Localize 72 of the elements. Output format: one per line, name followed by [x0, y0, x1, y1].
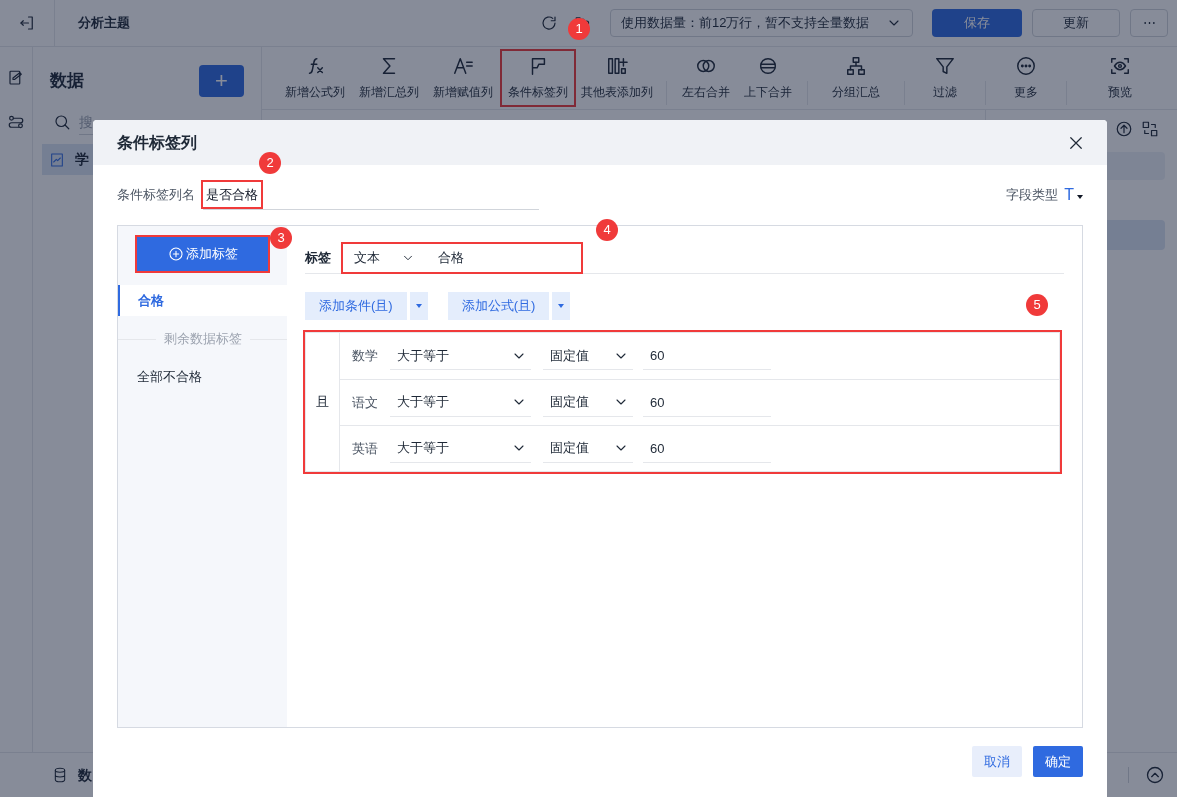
dialog-title: 条件标签列 [117, 132, 197, 153]
edit-doc-icon [7, 69, 25, 87]
cancel-button[interactable]: 取消 [972, 746, 1022, 777]
preview-icon [1109, 55, 1131, 77]
step-badge: 5 [1026, 294, 1048, 316]
more-button[interactable]: ⋯ [1130, 9, 1168, 37]
field-label: 条件标签列名 [117, 186, 195, 205]
value-field[interactable]: 60 [643, 342, 771, 370]
collapse-up-icon [1145, 765, 1165, 785]
toolbar-button[interactable]: 新增汇总列 [352, 49, 426, 107]
field-name: 语文 [352, 393, 379, 412]
footer-tab-label: 数 [78, 765, 92, 785]
panel-title: 数据 [50, 70, 84, 93]
database-icon [52, 767, 68, 783]
tag-item[interactable]: 合格 [118, 285, 287, 316]
dropdown-button[interactable] [409, 292, 428, 320]
field-type-select[interactable]: T [1064, 183, 1083, 207]
value-field[interactable]: 60 [643, 434, 771, 463]
add-tag-button[interactable]: 添加标签 [137, 237, 268, 271]
sphere-icon [757, 55, 779, 77]
value-field[interactable]: 60 [643, 388, 771, 417]
logic-joiner: 且 [306, 333, 340, 471]
value-type-select[interactable]: 固定值 [543, 434, 633, 463]
operator-select[interactable]: 大于等于 [390, 342, 531, 370]
plus-circle-icon [167, 246, 184, 262]
tag-type-select[interactable]: 文本 [345, 246, 423, 270]
toolbar-button[interactable]: 其他表添加列 [576, 49, 658, 107]
dropdown-button[interactable] [552, 292, 571, 320]
data-limit-select[interactable]: 使用数据量：前12万行，暂不支持全量数据 [610, 9, 913, 37]
toolbar-button[interactable]: 新增赋值列 [426, 49, 500, 107]
toolbar-button[interactable]: 上下合并 [737, 49, 799, 107]
caret-icon [415, 304, 422, 308]
flow-icon [7, 113, 25, 131]
step-badge: 3 [270, 227, 292, 249]
swap-layout-icon [1141, 120, 1159, 138]
page-title: 分析主题 [78, 14, 130, 33]
upload-circle-icon [1115, 120, 1133, 138]
operator-select[interactable]: 大于等于 [390, 434, 531, 463]
toolbar-button[interactable]: 预览 [1075, 49, 1165, 107]
toolbar-button[interactable]: 条件标签列 [500, 49, 576, 107]
toolbar-button[interactable]: 左右合并 [675, 49, 737, 107]
chart-file-icon [49, 151, 65, 168]
columns-plus-icon [606, 55, 628, 77]
add-condition-button[interactable]: 添加条件(且) [305, 292, 407, 320]
confirm-button[interactable]: 确定 [1033, 746, 1083, 777]
toolbar-button[interactable]: 更多 [994, 49, 1058, 107]
field-name: 数学 [352, 347, 379, 366]
field-name: 英语 [352, 439, 379, 458]
search-icon [53, 113, 71, 131]
add-condition-button[interactable]: 添加公式(且) [447, 292, 550, 320]
tag-value-field[interactable]: 合格 [429, 246, 579, 270]
tag-label: 标签 [305, 249, 331, 268]
caret-icon [558, 304, 565, 308]
save-button[interactable]: 保存 [932, 9, 1022, 37]
value-type-select[interactable]: 固定值 [543, 388, 633, 417]
toolbar-button[interactable]: 分组汇总 [816, 49, 896, 107]
tag-item[interactable]: 全部不合格 [118, 362, 287, 392]
more-icon [1015, 55, 1037, 77]
exit-icon [18, 14, 36, 32]
hierarchy-icon [845, 55, 867, 77]
operator-select[interactable]: 大于等于 [390, 388, 531, 417]
add-button[interactable]: + [199, 65, 244, 97]
refresh-icon [540, 14, 558, 32]
field-type-label: 字段类型 [1006, 186, 1059, 205]
filter-icon [934, 55, 956, 77]
section-divider-label: 剩余数据标签 [163, 330, 242, 349]
toolbar-button[interactable]: 过滤 [913, 49, 977, 107]
letter-a-icon [452, 55, 474, 77]
step-badge: 4 [596, 219, 618, 241]
toolbar-button[interactable]: 新增公式列 [278, 49, 352, 107]
value-type-select[interactable]: 固定值 [543, 342, 633, 370]
update-button[interactable]: 更新 [1032, 9, 1120, 37]
